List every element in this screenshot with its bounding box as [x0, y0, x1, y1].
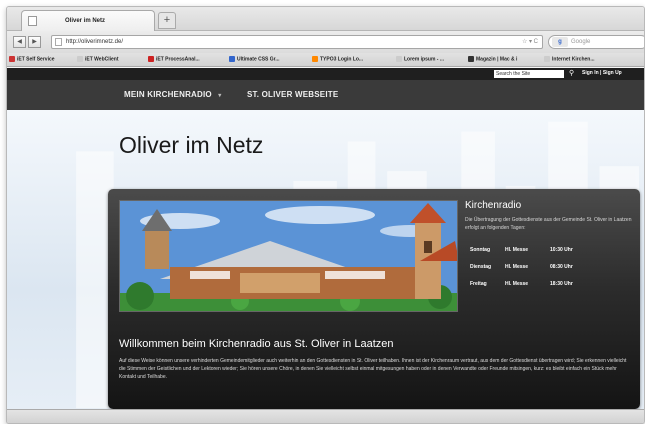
welcome-text: Auf diese Weise können unsere verhindert…: [119, 358, 627, 380]
bookmark-icon: [77, 56, 83, 62]
schedule-time: 08:30 Uhr: [550, 264, 573, 270]
page-icon: [28, 16, 37, 26]
radio-title: Kirchenradio: [465, 200, 522, 211]
page-viewport: Search the Site ⚲ Sign In | Sign Up MEIN…: [7, 68, 644, 409]
schedule-service: Hl. Messe: [505, 247, 529, 253]
new-tab-button[interactable]: +: [158, 12, 176, 29]
bookmark-item[interactable]: Magazin | Mac & i: [468, 56, 517, 62]
site-search-input[interactable]: Search the Site: [494, 70, 564, 78]
bookmark-label: iET Self Service: [17, 56, 55, 63]
bookmark-label: Internet Kirchen...: [552, 56, 595, 63]
bookmark-label: Magazin | Mac & i: [476, 56, 518, 63]
bookmark-item[interactable]: iET Self Service: [9, 56, 55, 62]
browser-search-input[interactable]: g Google: [548, 35, 644, 49]
key-icon: ⚲: [569, 70, 575, 77]
main-navigation: MEIN KIRCHENRADIO ▾ ST. OLIVER WEBSEITE: [7, 80, 644, 110]
schedule-row: Sonntag Hl. Messe 10:30 Uhr: [465, 244, 585, 257]
back-button[interactable]: ◀: [13, 36, 26, 48]
bookmark-icon: [468, 56, 474, 62]
tab-title: Oliver im Netz: [65, 18, 106, 24]
nav-label: MEIN KIRCHENRADIO: [124, 90, 212, 99]
navigation-bar: ◀ ▶ http://oliverimnetz.de/ ☆ ▾ C g Goog…: [7, 31, 644, 53]
schedule-service: Hl. Messe: [505, 281, 529, 287]
welcome-title: Willkommen beim Kirchenradio aus St. Oli…: [119, 338, 394, 350]
schedule-time: 10:30 Uhr: [550, 247, 573, 253]
browser-tab[interactable]: Oliver im Netz: [21, 10, 155, 31]
site-title: Oliver im Netz: [119, 132, 264, 158]
bookmark-item[interactable]: iET WebClient: [77, 56, 119, 62]
schedule-row: Dienstag Hl. Messe 08:30 Uhr: [465, 261, 585, 274]
church-illustration: [119, 200, 458, 312]
tab-strip: Oliver im Netz +: [7, 7, 644, 31]
bookmark-item[interactable]: TYPO3 Login Lo...: [312, 56, 363, 62]
content-panel: Kirchenradio Die Übertragung der Gottesd…: [108, 189, 640, 409]
status-bar: [7, 409, 644, 423]
bookmark-item[interactable]: iET ProcessAnal...: [148, 56, 200, 62]
bookmark-label: iET WebClient: [85, 56, 119, 63]
page-icon: [55, 38, 62, 46]
url-text: http://oliverimnetz.de/: [66, 39, 124, 45]
hero-section: Oliver im Netz Kirchenradio Die Übertrag…: [7, 110, 644, 409]
bookmark-label: Ultimate CSS Gr...: [237, 56, 280, 63]
site-top-bar: Search the Site ⚲ Sign In | Sign Up: [7, 68, 644, 80]
search-engine-label: Google: [571, 39, 591, 45]
browser-window: Oliver im Netz + ◀ ▶ http://oliverimnetz…: [6, 6, 645, 424]
google-icon: g: [552, 37, 568, 47]
bookmark-label: TYPO3 Login Lo...: [320, 56, 364, 63]
bookmark-icon: [148, 56, 154, 62]
schedule-day: Sonntag: [470, 247, 490, 253]
url-bar[interactable]: http://oliverimnetz.de/ ☆ ▾ C: [51, 35, 543, 49]
schedule-day: Freitag: [470, 281, 487, 287]
bookmark-item[interactable]: Internet Kirchen...: [544, 56, 595, 62]
bookmark-icon: [9, 56, 15, 62]
bookmark-label: iET ProcessAnal...: [156, 56, 200, 63]
forward-button[interactable]: ▶: [28, 36, 41, 48]
bookmark-icon: [229, 56, 235, 62]
schedule-time: 18:30 Uhr: [550, 281, 573, 287]
bookmark-icon: [544, 56, 550, 62]
bookmark-icon: [312, 56, 318, 62]
nav-st-oliver-webseite[interactable]: ST. OLIVER WEBSEITE: [247, 90, 338, 99]
schedule-service: Hl. Messe: [505, 264, 529, 270]
radio-description: Die Übertragung der Gottesdienste aus de…: [465, 217, 632, 231]
schedule-day: Dienstag: [470, 264, 492, 270]
bookmark-item[interactable]: Ultimate CSS Gr...: [229, 56, 280, 62]
chevron-down-icon: ▾: [218, 93, 222, 99]
bookmark-star-icon[interactable]: ☆ ▾ C: [522, 36, 538, 48]
signin-link[interactable]: Sign In | Sign Up: [582, 70, 622, 76]
bookmark-icon: [396, 56, 402, 62]
bookmark-item[interactable]: Lorem ipsum - ...: [396, 56, 444, 62]
bookmark-label: Lorem ipsum - ...: [404, 56, 445, 63]
bookmarks-bar: iET Self Service iET WebClient iET Process…: [7, 53, 644, 67]
nav-mein-kirchenradio[interactable]: MEIN KIRCHENRADIO ▾: [124, 90, 222, 99]
schedule-row: Freitag Hl. Messe 18:30 Uhr: [465, 278, 585, 291]
